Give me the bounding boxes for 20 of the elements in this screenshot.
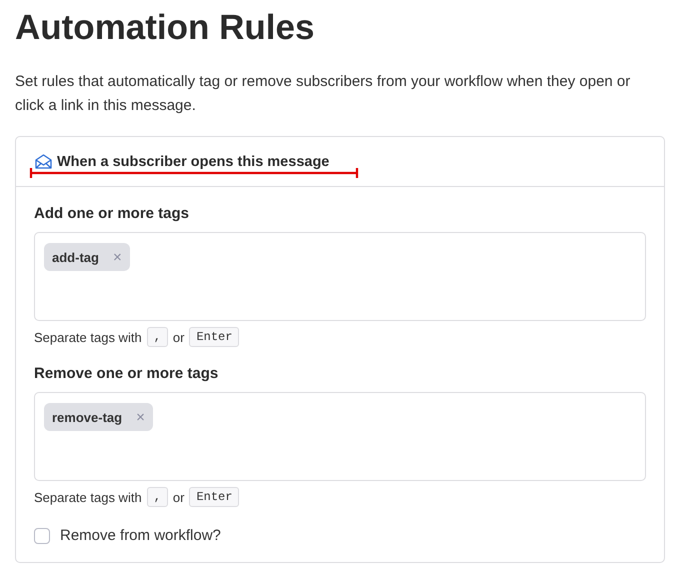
help-text: or xyxy=(172,330,184,344)
key-hint: Enter xyxy=(189,487,240,507)
tag-text: remove-tag xyxy=(52,410,122,424)
description: Set rules that automatically tag or remove subscribers from your workflow when they open or click a link in this message. xyxy=(15,73,630,114)
field-label: Remove one or more tags xyxy=(34,365,218,382)
field-label: Add one or more tags xyxy=(34,205,190,222)
page-title: Automation Rules xyxy=(15,7,314,48)
key-hint: , xyxy=(146,327,168,347)
checkbox[interactable] xyxy=(34,528,50,544)
checkbox-label[interactable]: Remove from workflow? xyxy=(60,527,221,544)
tag-text: add-tag xyxy=(52,250,99,264)
help-text: Separate tags with xyxy=(34,490,142,504)
tags-input-field[interactable]: add-tag × xyxy=(34,232,646,321)
help-text: or xyxy=(172,490,184,504)
envelope-icon xyxy=(35,154,52,169)
help-text: Separate tags with xyxy=(34,330,142,344)
card-header: When a subscriber opens this message xyxy=(57,154,330,170)
key-hint: Enter xyxy=(189,327,240,347)
key-hint: , xyxy=(146,487,168,507)
tags-input-field[interactable]: remove-tag × xyxy=(34,392,646,481)
